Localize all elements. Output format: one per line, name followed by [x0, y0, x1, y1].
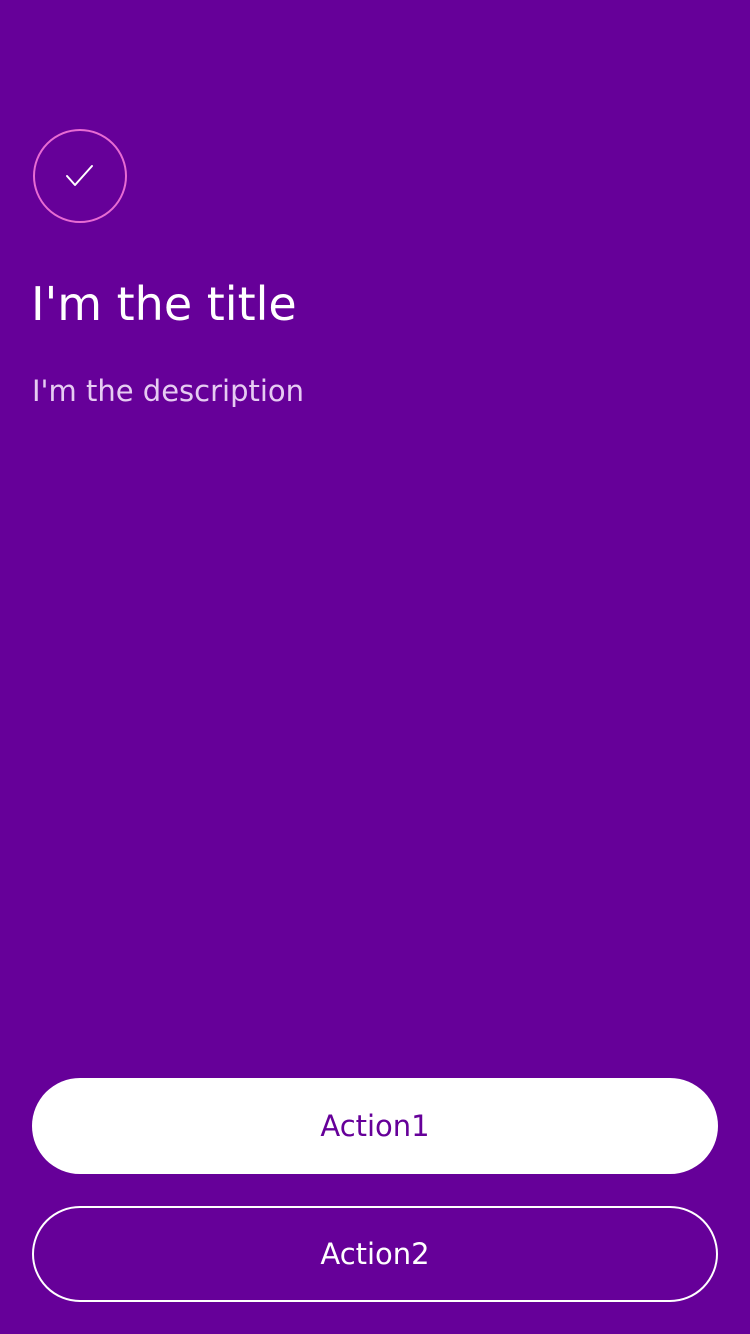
check-icon — [66, 165, 93, 186]
success-screen: I'm the title I'm the description Action… — [0, 0, 750, 1334]
success-icon — [33, 129, 127, 223]
page-title: I'm the title — [31, 277, 297, 331]
action1-button[interactable]: Action1 — [32, 1078, 718, 1174]
action2-button[interactable]: Action2 — [32, 1206, 718, 1302]
page-description: I'm the description — [32, 374, 305, 408]
